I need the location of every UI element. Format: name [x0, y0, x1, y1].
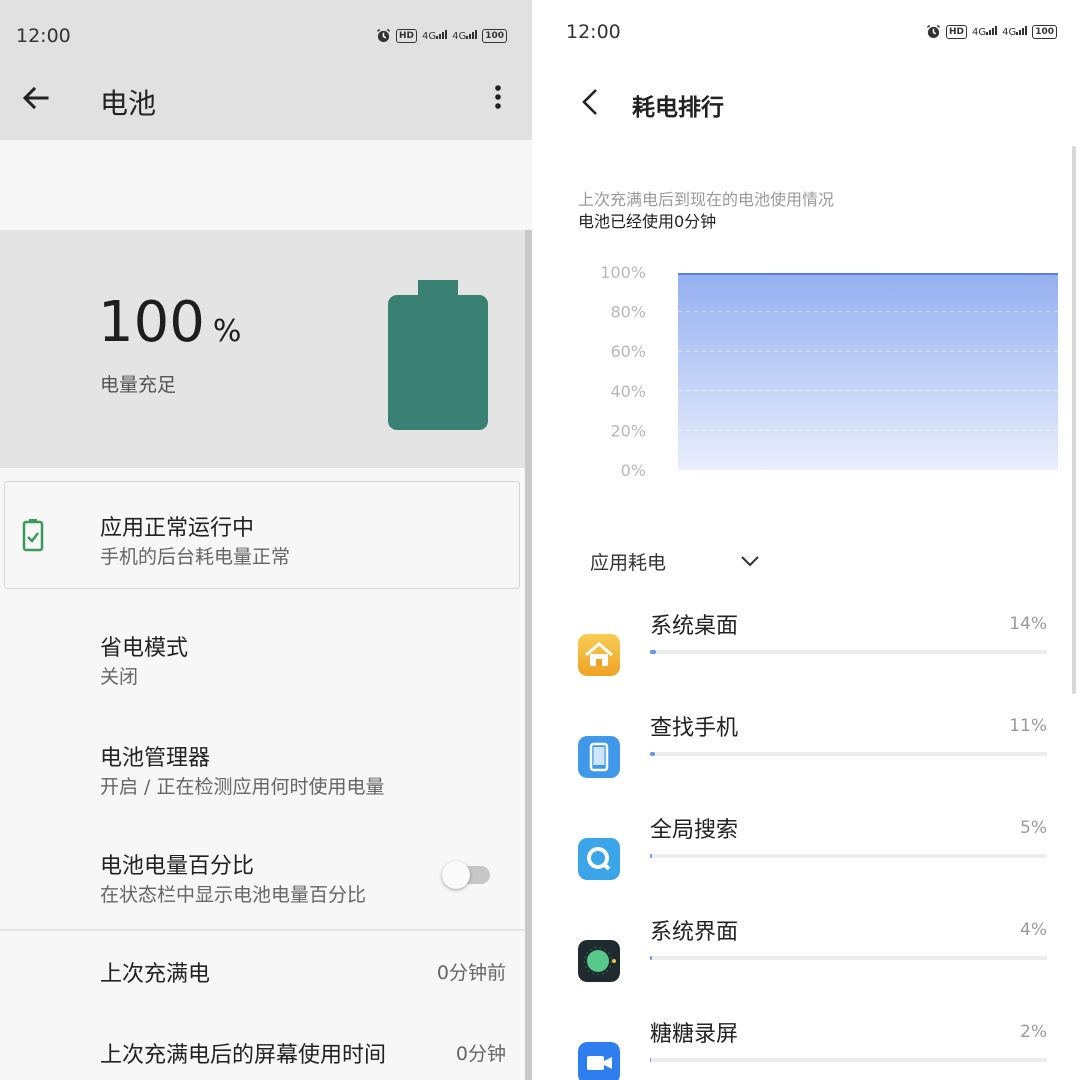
more-options-icon[interactable] — [486, 82, 510, 114]
scrollbar[interactable] — [1072, 146, 1076, 694]
app-usage-item[interactable]: 系统界面 4% — [548, 910, 1080, 1010]
battery-check-icon — [22, 519, 44, 552]
app-usage-item[interactable]: 系统桌面 14% — [548, 604, 1080, 704]
app-percent: 2% — [1020, 1022, 1047, 1042]
app-usage-bar — [650, 854, 1047, 858]
y-tick-label: 40% — [610, 382, 646, 401]
app-status-card[interactable] — [4, 481, 520, 589]
network-4g-2: 4G — [1002, 25, 1028, 38]
toggle-knob — [442, 861, 470, 889]
app-usage-bar-fill — [650, 1058, 651, 1062]
stat-label: 上次充满电 — [100, 962, 211, 987]
y-tick-label: 20% — [610, 421, 646, 440]
home-icon — [578, 634, 620, 676]
phone-icon — [578, 736, 620, 778]
stat-value: 0分钟前 — [436, 962, 506, 984]
app-status-title: 应用正常运行中 — [100, 516, 255, 541]
battery-settings-screen: 12:00 HD 4G 4G 100 电池 100% 电量充足 应用正常运行中 … — [0, 0, 532, 1080]
app-usage-bar-fill — [650, 854, 653, 858]
battery-percentage-toggle[interactable] — [442, 860, 492, 890]
usage-filter-dropdown[interactable]: 应用耗电 — [590, 548, 770, 574]
battery-status-text: 电量充足 — [100, 374, 177, 396]
app-usage-bar — [650, 650, 1047, 654]
app-usage-bar — [650, 956, 1047, 960]
app-percent: 14% — [1009, 614, 1047, 634]
battery-full-icon — [388, 280, 488, 430]
status-battery-icon: 100 — [482, 28, 508, 43]
stat-label: 上次充满电后的屏幕使用时间 — [100, 1043, 387, 1068]
app-name: 全局搜索 — [650, 818, 739, 843]
app-usage-bar-fill — [650, 752, 655, 756]
battery-usage-chart: 100% 80% 60% 40% 20% 0% — [600, 263, 1058, 480]
hd-badge: HD — [396, 28, 418, 43]
setting-title: 电池管理器 — [100, 746, 211, 771]
battery-percent-value: 100 — [98, 290, 205, 355]
page-title: 耗电排行 — [632, 95, 724, 121]
signal-icon — [466, 29, 478, 39]
setting-title: 省电模式 — [100, 636, 189, 661]
usage-area — [678, 273, 1058, 470]
network-label: 4G — [1002, 26, 1017, 38]
stat-value: 0分钟 — [455, 1043, 506, 1065]
network-label: 4G — [972, 26, 987, 38]
app-bar — [0, 70, 532, 140]
y-tick-label: 60% — [610, 342, 646, 361]
app-name: 系统桌面 — [650, 614, 739, 639]
y-tick-label: 0% — [621, 461, 646, 480]
page-title: 电池 — [100, 87, 157, 120]
app-percent: 5% — [1020, 818, 1047, 838]
setting-subtitle: 关闭 — [100, 666, 139, 688]
setting-subtitle: 在状态栏中显示电池电量百分比 — [100, 884, 367, 906]
app-usage-bar-fill — [650, 956, 652, 960]
alarm-icon — [926, 24, 941, 39]
app-status-subtitle: 手机的后台耗电量正常 — [100, 546, 291, 568]
alarm-icon — [376, 28, 391, 43]
app-usage-bar — [650, 1058, 1047, 1062]
usage-description: 上次充满电后到现在的电池使用情况 — [578, 190, 835, 209]
app-name: 系统界面 — [650, 920, 739, 945]
app-usage-item[interactable]: 糖糖录屏 2% — [548, 1012, 1080, 1080]
status-icons: HD 4G 4G 100 — [926, 24, 1058, 39]
status-icons: HD 4G 4G 100 — [376, 28, 508, 43]
signal-icon — [986, 25, 998, 35]
app-usage-item[interactable]: 查找手机 11% — [548, 706, 1080, 806]
signal-icon — [436, 29, 448, 39]
y-tick-label: 100% — [600, 263, 646, 282]
power-ranking-screen: 12:00 HD 4G 4G 100 耗电排行 上次充满电后到现在的电池使用情况… — [548, 0, 1080, 1080]
divider — [0, 929, 528, 931]
app-usage-item[interactable]: 全局搜索 5% — [548, 808, 1080, 908]
scrollbar[interactable] — [525, 230, 532, 1080]
network-4g-1: 4G — [972, 25, 998, 38]
hd-badge: HD — [946, 24, 968, 39]
network-label: 4G — [452, 30, 467, 42]
status-time: 12:00 — [566, 21, 621, 43]
search-icon — [578, 838, 620, 880]
back-arrow-icon[interactable] — [20, 82, 52, 114]
setting-subtitle: 开启 / 正在检测应用何时使用电量 — [100, 776, 385, 798]
status-time: 12:00 — [16, 25, 71, 47]
y-tick-label: 80% — [610, 303, 646, 322]
usage-filter-label: 应用耗电 — [590, 552, 667, 574]
chevron-down-icon — [741, 556, 759, 567]
network-4g-2: 4G — [452, 29, 478, 42]
app-name: 查找手机 — [650, 716, 739, 741]
signal-icon — [1016, 25, 1028, 35]
network-4g-1: 4G — [422, 29, 448, 42]
app-percent: 4% — [1020, 920, 1047, 940]
battery-percent-unit: % — [212, 314, 242, 349]
network-label: 4G — [422, 30, 437, 42]
app-percent: 11% — [1009, 716, 1047, 736]
back-chevron-icon[interactable] — [578, 86, 602, 118]
setting-title: 电池电量百分比 — [100, 854, 255, 879]
app-usage-bar-fill — [650, 650, 656, 654]
video-camera-icon — [578, 1042, 620, 1080]
usage-duration: 电池已经使用0分钟 — [578, 212, 717, 231]
system-ui-icon — [578, 940, 620, 982]
app-usage-bar — [650, 752, 1047, 756]
app-name: 糖糖录屏 — [650, 1022, 739, 1047]
battery-percent: 100% — [98, 290, 241, 355]
status-battery-icon: 100 — [1032, 24, 1058, 39]
